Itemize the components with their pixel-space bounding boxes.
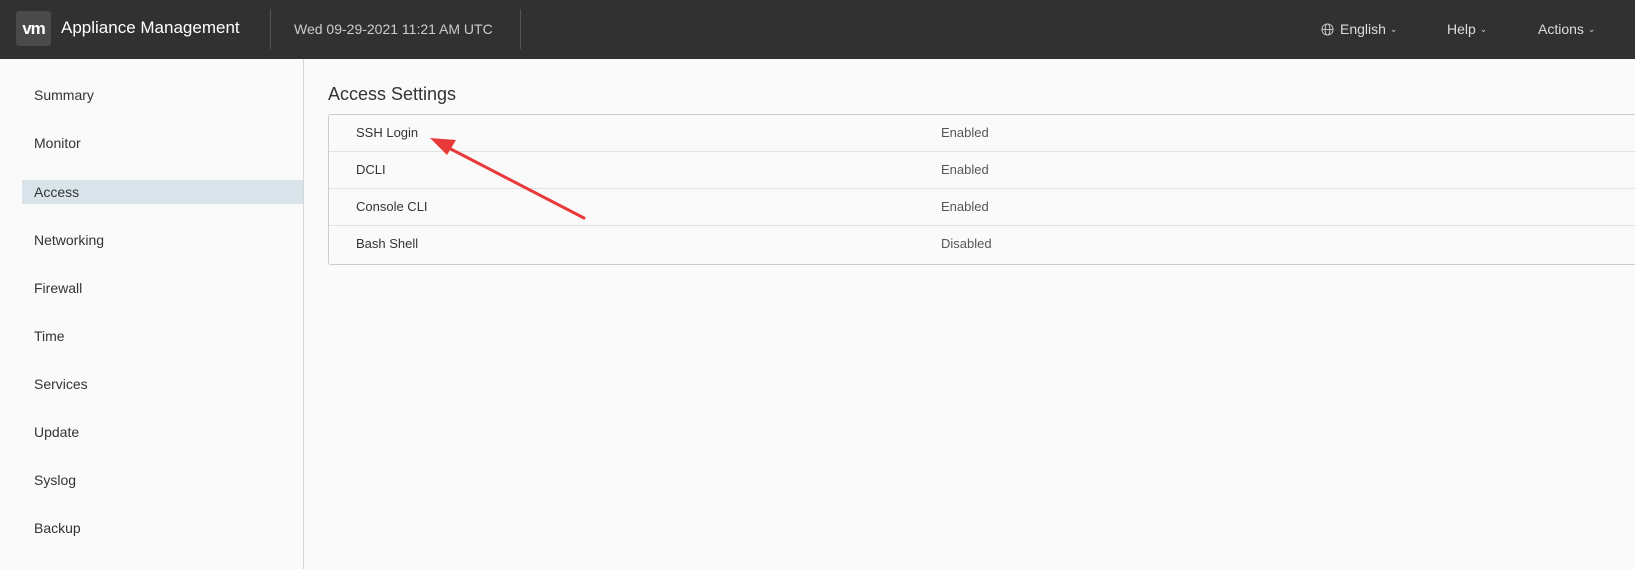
- header-datetime: Wed 09-29-2021 11:21 AM UTC: [294, 21, 493, 37]
- main-content: Access Settings SSH Login Enabled DCLI E…: [304, 59, 1635, 569]
- sidebar-item-label: Networking: [34, 232, 105, 248]
- sidebar-item-time[interactable]: Time: [22, 324, 303, 348]
- chevron-down-icon: ⌄: [1479, 23, 1488, 34]
- sidebar-item-label: Monitor: [34, 135, 81, 151]
- sidebar-item-services[interactable]: Services: [22, 372, 303, 396]
- setting-value: Disabled: [941, 236, 992, 251]
- sidebar-item-update[interactable]: Update: [22, 420, 303, 444]
- chevron-down-icon: ⌄: [1587, 23, 1596, 34]
- setting-row-console-cli: Console CLI Enabled: [329, 189, 1635, 226]
- sidebar-item-access[interactable]: Access: [22, 180, 303, 204]
- actions-menu[interactable]: Actions ⌄: [1538, 21, 1595, 37]
- setting-label: Bash Shell: [356, 236, 419, 251]
- sidebar-item-firewall[interactable]: Firewall: [22, 276, 303, 300]
- sidebar-item-label: Backup: [34, 520, 81, 536]
- sidebar-nav: Summary Monitor Access Networking Firewa…: [0, 59, 304, 569]
- sidebar-item-networking[interactable]: Networking: [22, 228, 303, 252]
- header-divider: [520, 9, 521, 49]
- sidebar-item-label: Update: [34, 424, 80, 440]
- globe-icon: [1321, 22, 1334, 36]
- sidebar-item-summary[interactable]: Summary: [22, 83, 303, 107]
- page-title: Access Settings: [328, 84, 457, 104]
- sidebar-item-monitor[interactable]: Monitor: [22, 131, 303, 155]
- setting-label: SSH Login: [356, 125, 419, 140]
- actions-label: Actions: [1538, 21, 1584, 37]
- help-label: Help: [1447, 21, 1476, 37]
- setting-row-dcli: DCLI Enabled: [329, 152, 1635, 189]
- sidebar-item-label: Summary: [34, 87, 94, 103]
- setting-row-ssh-login: SSH Login Enabled: [329, 115, 1635, 152]
- setting-label: Console CLI: [356, 199, 428, 214]
- setting-value: Enabled: [941, 162, 989, 177]
- language-menu[interactable]: English ⌄: [1321, 21, 1397, 37]
- sidebar-item-label: Services: [34, 376, 88, 392]
- setting-row-bash-shell: Bash Shell Disabled: [329, 226, 1635, 262]
- sidebar-item-backup[interactable]: Backup: [22, 516, 303, 540]
- header-divider: [270, 9, 271, 49]
- sidebar-item-syslog[interactable]: Syslog: [22, 468, 303, 492]
- app-title: Appliance Management: [61, 18, 240, 37]
- sidebar-item-label: Syslog: [34, 472, 77, 488]
- sidebar-item-label: Firewall: [34, 280, 83, 296]
- language-label: English: [1340, 21, 1386, 37]
- chevron-down-icon: ⌄: [1389, 23, 1398, 34]
- access-settings-panel: SSH Login Enabled DCLI Enabled Console C…: [328, 114, 1635, 265]
- setting-label: DCLI: [356, 162, 386, 177]
- setting-value: Enabled: [941, 125, 989, 140]
- help-menu[interactable]: Help ⌄: [1447, 21, 1487, 37]
- sidebar-item-label: Time: [34, 328, 65, 344]
- setting-value: Enabled: [941, 199, 989, 214]
- sidebar-item-label: Access: [34, 184, 80, 200]
- top-header: vm Appliance Management Wed 09-29-2021 1…: [0, 0, 1635, 59]
- vmware-logo: vm: [16, 11, 51, 46]
